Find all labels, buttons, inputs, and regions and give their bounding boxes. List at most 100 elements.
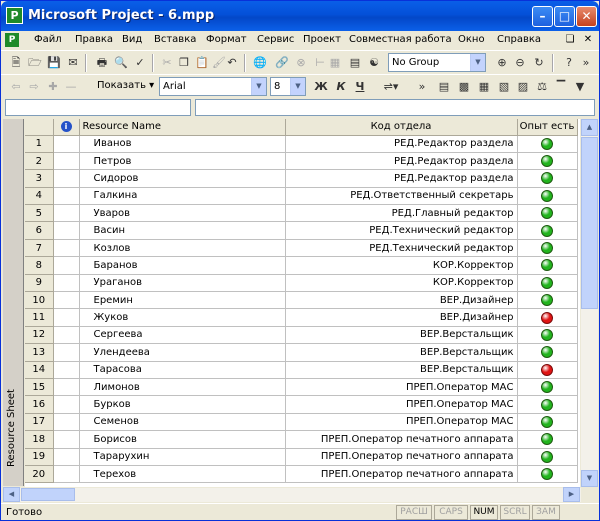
close-button[interactable]: ✕ [576,6,597,27]
scroll-down-icon[interactable]: ▼ [581,470,598,487]
row-number[interactable]: 17 [25,413,54,432]
resource-name-cell[interactable]: Сергеева [79,326,286,345]
zoom-out-icon[interactable]: ⊖ [511,54,529,72]
indicator-cell[interactable] [53,204,80,223]
row-number[interactable]: 12 [25,326,54,345]
experience-cell[interactable] [517,274,578,293]
new-icon[interactable]: 🗎 [7,54,25,72]
table-row[interactable]: 20 Терехов ПРЕП.Оператор печатного аппарат… [25,465,578,484]
experience-cell[interactable] [517,204,578,223]
table-row[interactable]: 16 Бурков ПРЕП.Оператор МАС [25,395,578,414]
indicator-cell[interactable] [53,221,80,240]
row-number[interactable]: 4 [25,187,54,206]
department-code-cell[interactable]: КОР.Корректор [285,256,518,275]
view-more-icon[interactable]: ▼ [571,78,589,96]
experience-cell[interactable] [517,187,578,206]
indicator-cell[interactable] [53,343,80,362]
menu-file[interactable]: Файл [34,34,62,45]
link-tasks-icon[interactable]: 🔗 [273,54,291,72]
indicator-cell[interactable] [53,465,80,484]
indicator-cell[interactable] [53,361,80,379]
row-number[interactable]: 10 [25,291,54,310]
minimize-button[interactable]: – [532,6,553,27]
table-row[interactable]: 18 Борисов ПРЕП.Оператор печатного аппарат… [25,430,578,449]
resource-name-cell[interactable]: Бурков [79,395,286,414]
chevron-down-icon[interactable]: ▼ [470,54,485,71]
view-sheet-icon[interactable]: ▨ [514,78,532,96]
hyperlink-icon[interactable]: 🌐 [251,54,269,72]
resource-name-cell[interactable]: Тарасова [79,361,286,379]
department-code-cell[interactable]: РЕД.Редактор раздела [285,169,518,188]
experience-cell[interactable] [517,465,578,484]
row-number[interactable]: 1 [25,135,54,153]
table-row[interactable]: 11 Жуков ВЕР.Дизайнер [25,308,578,327]
undo-icon[interactable]: ↶ [223,54,241,72]
row-number[interactable]: 5 [25,204,54,223]
unlink-tasks-icon[interactable]: ⊗ [292,54,310,72]
toolbar-options-icon[interactable]: » [579,54,593,72]
department-code-cell[interactable]: ВЕР.Верстальщик [285,361,518,379]
department-code-cell[interactable]: РЕД.Редактор раздела [285,135,518,153]
table-row[interactable]: 14 Тарасова ВЕР.Верстальщик [25,361,578,379]
experience-cell[interactable] [517,395,578,414]
resource-name-cell[interactable]: Сидоров [79,169,286,188]
experience-cell[interactable] [517,256,578,275]
resource-name-cell[interactable]: Васин [79,221,286,240]
indicator-cell[interactable] [53,395,80,414]
experience-cell[interactable] [517,378,578,397]
horizontal-scrollbar[interactable]: ◀ ▶ [3,487,581,502]
group-select[interactable]: No Group ▼ [388,53,486,72]
resource-name-cell[interactable]: Тарарухин [79,448,286,466]
vertical-scrollbar[interactable]: ▲ ▼ [581,119,598,487]
menu-window[interactable]: Окно [458,34,485,45]
table-row[interactable]: 13 Улендеева ВЕР.Верстальщик [25,343,578,362]
menu-help[interactable]: Справка [497,34,541,45]
view-network-icon[interactable]: ▩ [455,78,473,96]
department-code-cell[interactable]: ВЕР.Верстальщик [285,343,518,362]
experience-cell[interactable] [517,239,578,258]
row-number[interactable]: 15 [25,378,54,397]
cut-icon[interactable]: ✂ [158,54,176,72]
indicator-cell[interactable] [53,326,80,345]
column-header-department-code[interactable]: Код отдела [285,119,518,136]
view-calendar-icon[interactable]: ▦ [475,78,493,96]
table-row[interactable]: 19 Тарарухин ПРЕП.Оператор печатного аппар… [25,448,578,466]
spelling-icon[interactable]: ✓ [131,54,149,72]
resource-name-cell[interactable]: Улендеева [79,343,286,362]
department-code-cell[interactable]: ПРЕП.Оператор МАС [285,395,518,414]
indicator-cell[interactable] [53,274,80,293]
department-code-cell[interactable]: ПРЕП.Оператор МАС [285,378,518,397]
row-number[interactable]: 19 [25,448,54,466]
experience-cell[interactable] [517,308,578,327]
resource-name-cell[interactable]: Ураганов [79,274,286,293]
resource-name-cell[interactable]: Баранов [79,256,286,275]
table-row[interactable]: 10 Еремин ВЕР.Дизайнер [25,291,578,310]
experience-cell[interactable] [517,361,578,379]
print-icon[interactable]: 🖶 [93,54,111,72]
scroll-up-icon[interactable]: ▲ [581,119,598,136]
minus-icon[interactable]: — [62,78,80,96]
row-number[interactable]: 6 [25,221,54,240]
resource-name-cell[interactable]: Еремин [79,291,286,310]
row-number[interactable]: 3 [25,169,54,188]
row-number[interactable]: 13 [25,343,54,362]
resource-name-cell[interactable]: Иванов [79,135,286,153]
scroll-left-icon[interactable]: ◀ [3,487,20,502]
open-icon[interactable]: 🗁 [26,54,44,72]
experience-cell[interactable] [517,291,578,310]
table-row[interactable]: 2 Петров РЕД.Редактор раздела [25,152,578,171]
show-dropdown-button[interactable]: Показать ▾ [97,80,154,91]
view-gantt-icon[interactable]: ▤ [435,78,453,96]
save-icon[interactable]: 💾 [45,54,63,72]
font-select[interactable]: Arial ▼ [159,77,267,96]
copy-icon[interactable]: ❐ [175,54,193,72]
indicator-cell[interactable] [53,308,80,327]
notes-icon[interactable]: ▤ [346,54,364,72]
indicator-cell[interactable] [53,135,80,153]
zoom-in-icon[interactable]: ⊕ [493,54,511,72]
resource-name-cell[interactable]: Терехов [79,465,286,484]
cell-edit-input[interactable] [195,99,595,116]
row-number[interactable]: 7 [25,239,54,258]
resource-name-cell[interactable]: Галкина [79,187,286,206]
filter-icon[interactable]: ⇌▾ [379,78,403,96]
